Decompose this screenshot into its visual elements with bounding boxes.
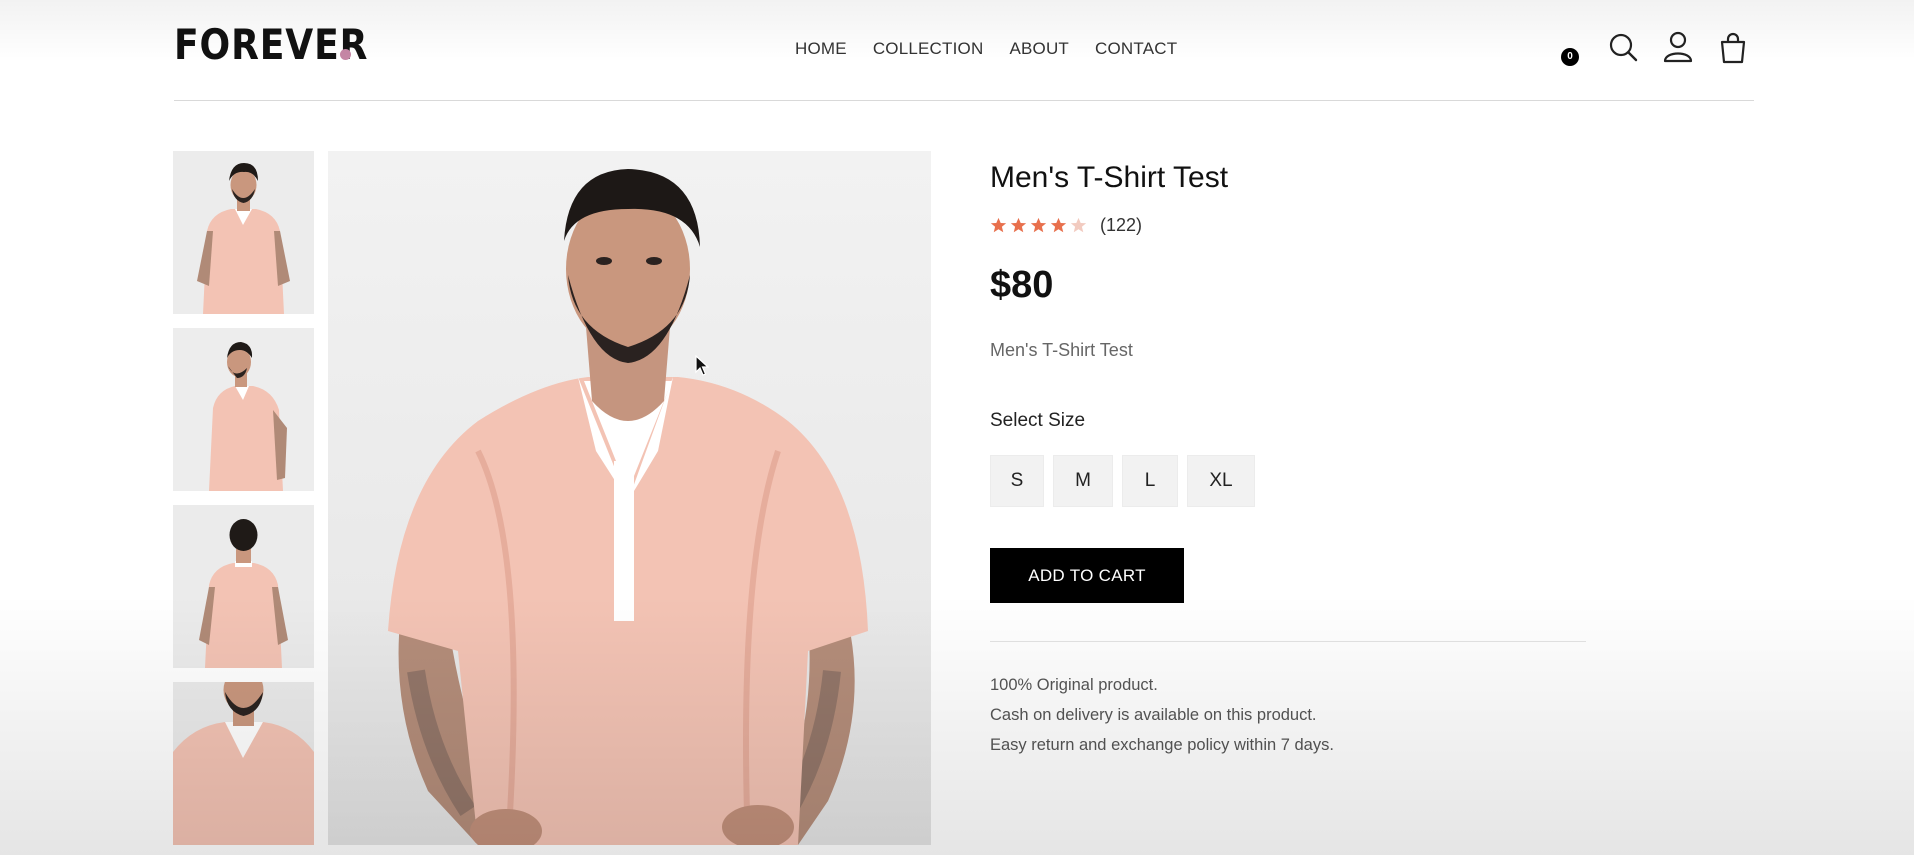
logo-dot	[340, 49, 351, 60]
star-filled-icon	[1010, 217, 1027, 233]
thumbnail-front[interactable]	[173, 151, 314, 314]
size-options: S M L XL	[990, 455, 1264, 507]
size-option-xl[interactable]: XL	[1187, 455, 1255, 507]
navbar: FOREVER HOME COLLECTION ABOUT CONTACT	[174, 0, 1754, 101]
cart-icon[interactable]	[1716, 30, 1750, 64]
star-filled-icon	[990, 217, 1007, 233]
divider	[990, 641, 1586, 642]
star-filled-icon	[1050, 217, 1067, 233]
mouse-cursor-icon	[695, 355, 709, 376]
size-option-l[interactable]: L	[1122, 455, 1178, 507]
main-product-image	[328, 151, 931, 845]
size-option-s[interactable]: S	[990, 455, 1044, 507]
star-filled-icon	[1030, 217, 1047, 233]
profile-icon[interactable]	[1661, 30, 1695, 64]
policy-cod: Cash on delivery is available on this pr…	[990, 706, 1317, 724]
thumbnail-back[interactable]	[173, 505, 314, 668]
policy-list: 100% Original product. Cash on delivery …	[990, 670, 1334, 760]
product-description: Men's T-Shirt Test	[990, 340, 1133, 360]
search-icon[interactable]	[1606, 30, 1640, 64]
thumbnail-side[interactable]	[173, 328, 314, 491]
product-rating: (122)	[990, 215, 1142, 236]
logo[interactable]: FOREVER	[174, 24, 368, 66]
policy-original: 100% Original product.	[990, 676, 1158, 694]
nav-link-about[interactable]: ABOUT	[1009, 39, 1069, 59]
star-empty-icon	[1070, 217, 1087, 233]
nav-link-home[interactable]: HOME	[795, 39, 847, 59]
nav-links: HOME COLLECTION ABOUT CONTACT	[795, 39, 1203, 59]
nav-link-contact[interactable]: CONTACT	[1095, 39, 1177, 59]
nav-link-collection[interactable]: COLLECTION	[873, 39, 984, 59]
cart-count-badge: 0	[1561, 48, 1579, 66]
thumbnail-closeup[interactable]	[173, 682, 314, 845]
thumbnail-list	[173, 151, 314, 859]
nav-icons	[1606, 30, 1746, 70]
size-label: Select Size	[990, 410, 1086, 431]
product-title: Men's T-Shirt Test	[990, 161, 1229, 194]
policy-return: Easy return and exchange policy within 7…	[990, 736, 1334, 754]
product-price: $80	[990, 264, 1054, 306]
review-count: (122)	[1100, 215, 1143, 235]
add-to-cart-button[interactable]: ADD TO CART	[990, 548, 1184, 603]
size-option-m[interactable]: M	[1053, 455, 1113, 507]
